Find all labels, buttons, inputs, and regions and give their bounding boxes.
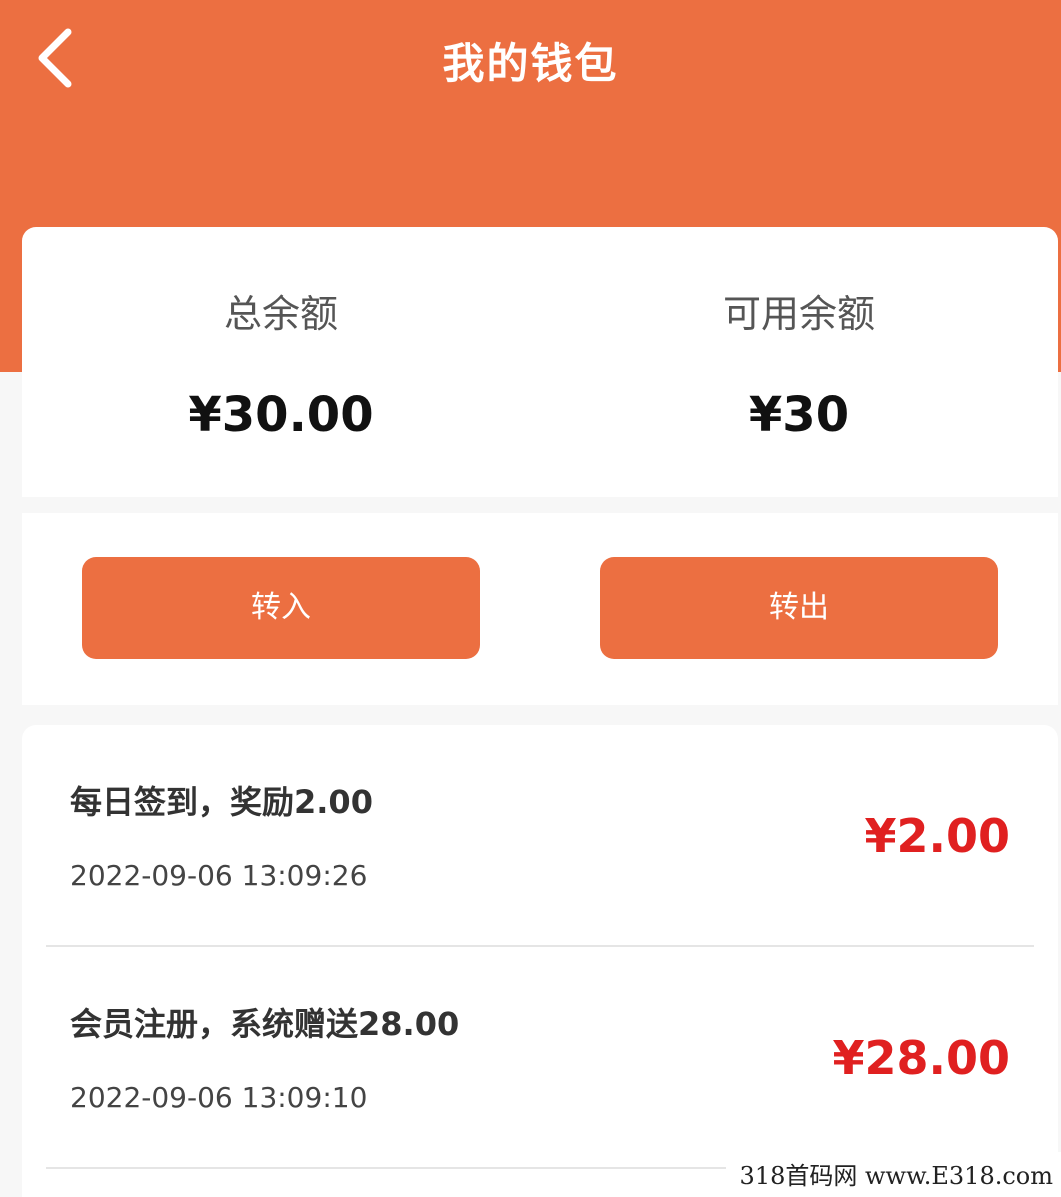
total-balance: 总余额 ¥30.00 [22, 227, 540, 497]
total-balance-label: 总余额 [223, 292, 338, 336]
balance-card: 总余额 ¥30.00 可用余额 ¥30 [22, 227, 1058, 497]
record-title: 会员注册，系统赠送28.00 [70, 1005, 460, 1043]
actions-card: 转入 转出 [22, 513, 1058, 705]
record-title: 每日签到，奖励2.00 [70, 783, 373, 821]
watermark: 318首码网 www.E318.com [725, 1152, 1061, 1197]
record-amount: ¥2.00 [864, 809, 1010, 863]
transfer-out-button[interactable]: 转出 [600, 557, 998, 659]
list-item[interactable]: 会员注册，系统赠送28.00 2022-09-06 13:09:10 ¥28.0… [46, 947, 1034, 1169]
available-balance: 可用余额 ¥30 [540, 227, 1058, 497]
records-list: 每日签到，奖励2.00 2022-09-06 13:09:26 ¥2.00 会员… [22, 725, 1058, 1197]
page-title: 我的钱包 [442, 39, 619, 88]
record-time: 2022-09-06 13:09:10 [70, 1081, 368, 1114]
transfer-in-button[interactable]: 转入 [82, 557, 480, 659]
record-amount: ¥28.00 [832, 1031, 1010, 1085]
available-balance-value: ¥30 [748, 387, 850, 443]
record-time: 2022-09-06 13:09:26 [70, 859, 368, 892]
available-balance-label: 可用余额 [722, 292, 875, 336]
list-item[interactable]: 每日签到，奖励2.00 2022-09-06 13:09:26 ¥2.00 [46, 725, 1034, 947]
total-balance-value: ¥30.00 [188, 387, 374, 443]
